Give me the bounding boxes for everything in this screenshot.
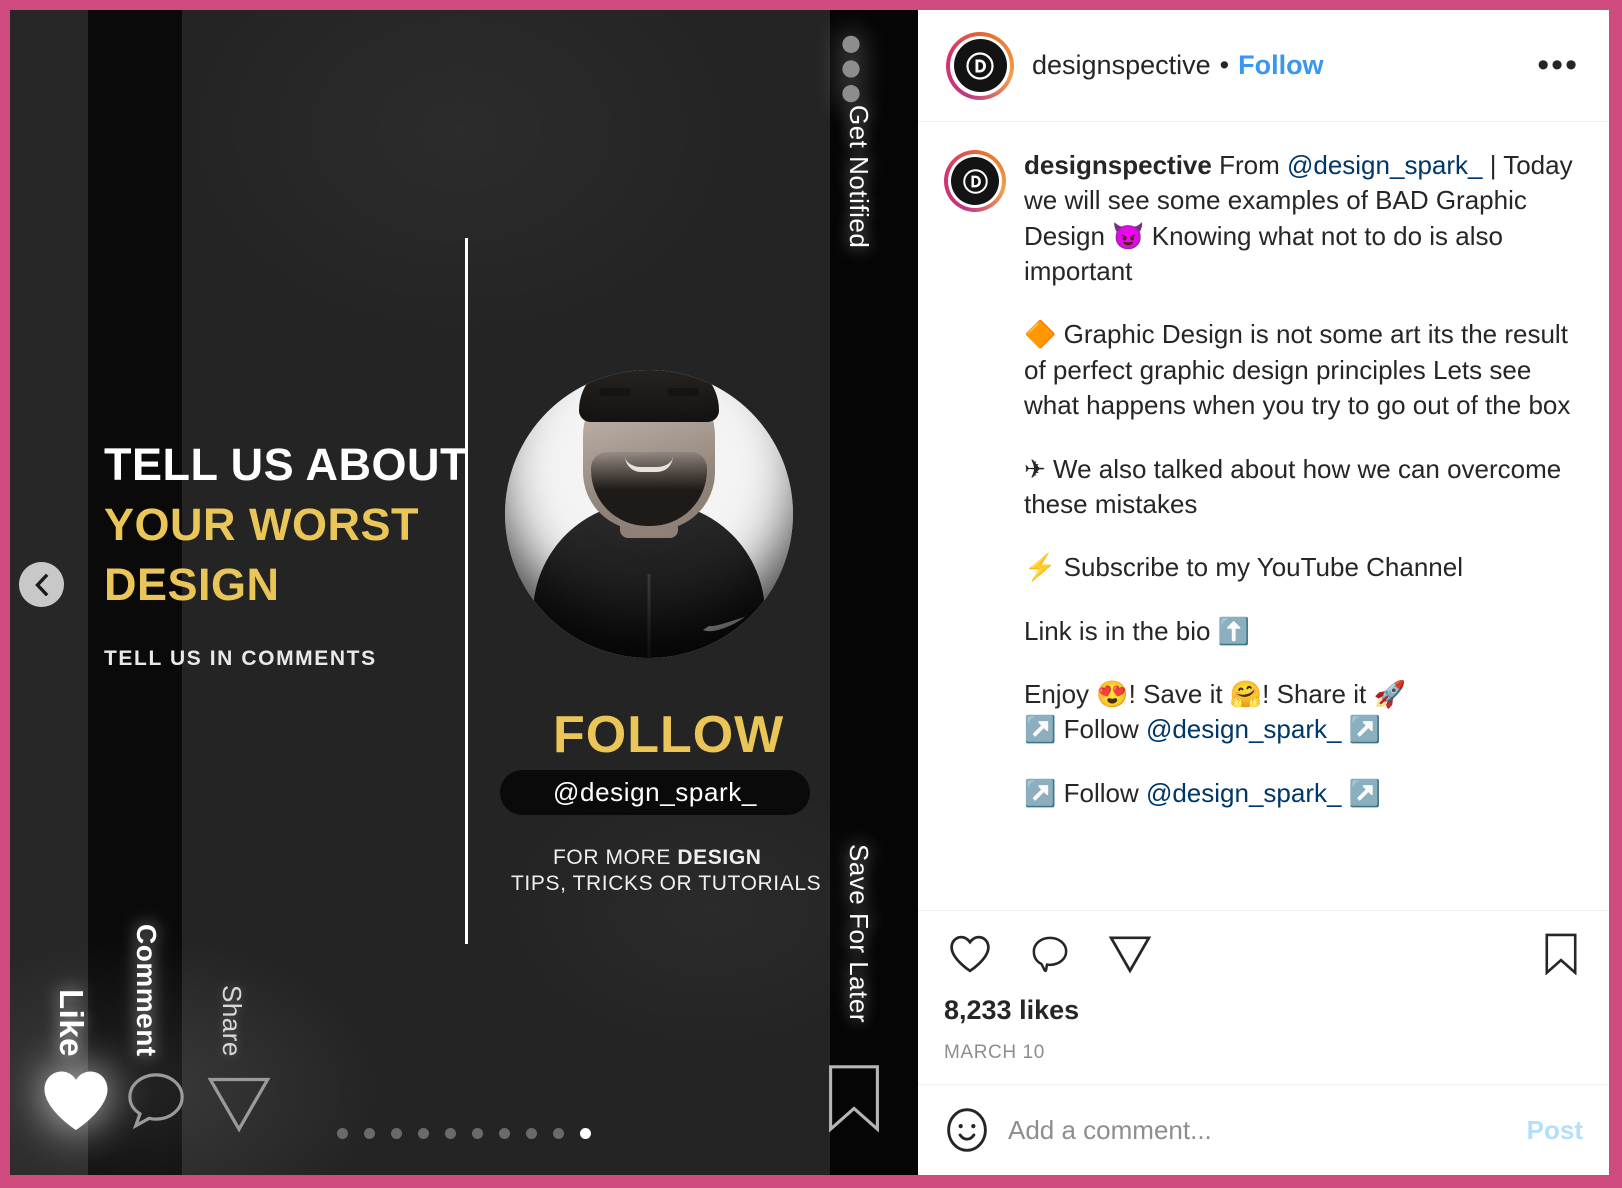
caption-paragraph: designspective From @design_spark_ | Tod… <box>1024 150 1573 287</box>
chevron-left-icon <box>34 573 48 596</box>
caption-paragraph: Enjoy 😍! Save it 🤗! Share it 🚀 ↗️ Follow … <box>1024 678 1406 745</box>
caption-paragraph: ✈ We also talked about how we can overco… <box>1024 453 1562 519</box>
media-follow-title: FOLLOW <box>553 706 785 764</box>
likes-count[interactable]: 8,233 likes <box>944 995 1583 1026</box>
share-icon <box>1108 936 1152 974</box>
media-handle-text: @design_spark_ <box>553 777 757 807</box>
caption-mention-link[interactable]: @design_spark_ <box>1146 778 1342 808</box>
media-label-share: Share <box>217 985 247 1057</box>
post-actions: 8,233 likes MARCH 10 <box>918 910 1609 1084</box>
header-more-options-button[interactable]: ••• <box>1531 48 1585 81</box>
caption-mention-link[interactable]: @design_spark_ <box>1287 150 1483 180</box>
post-sidebar: designspective • Follow ••• designspecti… <box>918 10 1609 1175</box>
media-label-save-for-later: Save For Later <box>844 844 874 1023</box>
carousel-dot[interactable] <box>391 1128 402 1139</box>
media-handle-pill[interactable]: @design_spark_ <box>500 770 810 815</box>
comment-icon <box>1032 936 1068 973</box>
media-label-get-notified: Get Notified <box>844 105 874 249</box>
post-date: MARCH 10 <box>944 1042 1045 1063</box>
comment-bar: Post <box>918 1084 1609 1175</box>
carousel-dot[interactable] <box>580 1128 591 1139</box>
more-options-vertical-icon[interactable] <box>834 32 868 106</box>
portrait-brow-left <box>599 388 631 396</box>
avatar-inner-ring <box>950 35 1010 96</box>
caption-username[interactable]: designspective <box>1024 150 1219 180</box>
headline-line-1: TELL US ABOUT <box>104 439 468 490</box>
caption-text: designspective From @design_spark_ | Tod… <box>1024 148 1583 910</box>
save-button[interactable] <box>1539 929 1583 979</box>
caption-paragraph: Link is in the bio ⬆️ <box>1024 615 1251 646</box>
carousel-dot[interactable] <box>553 1128 564 1139</box>
post-container: TELL US ABOUT YOUR WORST DESIGN TELL US … <box>10 10 1609 1175</box>
caption-paragraph: 🔶 Graphic Design is not some art its the… <box>1024 319 1571 421</box>
brand-d-logo-icon <box>966 51 994 80</box>
creator-portrait <box>505 370 793 658</box>
header-name-group: designspective • Follow <box>1032 50 1324 81</box>
post-media-panel[interactable]: TELL US ABOUT YOUR WORST DESIGN TELL US … <box>10 10 918 1175</box>
carousel-dot[interactable] <box>472 1128 483 1139</box>
post-header: designspective • Follow ••• <box>918 10 1609 122</box>
header-separator: • <box>1219 50 1230 80</box>
header-follow-button[interactable]: Follow <box>1238 50 1323 81</box>
carousel-dot[interactable] <box>418 1128 429 1139</box>
heart-icon <box>950 935 990 973</box>
carousel-dot[interactable] <box>445 1128 456 1139</box>
emoji-smiley-icon[interactable] <box>944 1107 990 1153</box>
carousel-dot[interactable] <box>364 1128 375 1139</box>
post-comment-button[interactable]: Post <box>1527 1115 1583 1146</box>
headline-subtitle: TELL US IN COMMENTS <box>104 646 377 670</box>
more-bold: DESIGN <box>677 846 762 869</box>
action-icon-row <box>944 929 1583 979</box>
header-username[interactable]: designspective <box>1032 50 1211 81</box>
media-label-comment: Comment <box>131 924 162 1057</box>
carousel-dot[interactable] <box>499 1128 510 1139</box>
share-plane-outline-icon <box>207 1077 271 1133</box>
media-headline: TELL US ABOUT YOUR WORST DESIGN TELL US … <box>104 435 468 671</box>
caption-mention-link[interactable]: @design_spark_ <box>1146 714 1342 744</box>
portrait-brow-right <box>667 388 699 396</box>
nike-swoosh-icon <box>703 617 745 632</box>
heart-filled-icon <box>44 1071 108 1130</box>
caption-avatar-inner <box>948 154 1002 208</box>
media-label-like: Like <box>53 988 90 1057</box>
caption-area: designspective From @design_spark_ | Tod… <box>918 122 1609 910</box>
carousel-dots[interactable] <box>337 1128 591 1139</box>
caption-avatar-wrap <box>944 150 1006 910</box>
media-more-line-1: FOR MORE DESIGN <box>553 846 762 870</box>
comment-button[interactable] <box>1024 930 1076 978</box>
avatar-logo <box>953 39 1007 92</box>
instagram-post-frame: TELL US ABOUT YOUR WORST DESIGN TELL US … <box>0 0 1622 1188</box>
media-divider <box>465 238 468 944</box>
portrait-eye-left <box>609 403 623 410</box>
caption-paragraph: ⚡ Subscribe to my YouTube Channel <box>1024 552 1464 583</box>
headline-line-3: DESIGN <box>104 558 280 610</box>
portrait-hair <box>579 370 719 422</box>
comment-bubble-outline-icon <box>128 1073 184 1130</box>
caption-paragraph: ↗️ Follow @design_spark_ ↗️ <box>1024 777 1382 808</box>
headline-line-2: YOUR WORST <box>104 498 419 550</box>
portrait-eye-right <box>675 403 689 410</box>
caption-avatar[interactable] <box>944 150 1006 212</box>
carousel-prev-button[interactable] <box>19 562 64 607</box>
bookmark-outline-icon <box>829 1065 879 1133</box>
comment-input[interactable] <box>1008 1114 1509 1146</box>
share-button[interactable] <box>1104 930 1156 978</box>
carousel-dot[interactable] <box>526 1128 537 1139</box>
caption-avatar-logo <box>951 157 999 205</box>
bookmark-icon <box>1545 933 1577 975</box>
carousel-dot[interactable] <box>337 1128 348 1139</box>
like-button[interactable] <box>944 930 996 978</box>
portrait-jacket-zip <box>647 574 651 658</box>
more-prefix: FOR MORE <box>553 846 678 869</box>
header-avatar[interactable] <box>946 31 1014 100</box>
media-more-line-2: TIPS, TRICKS OR TUTORIALS <box>511 872 822 895</box>
brand-d-logo-icon <box>962 168 988 194</box>
